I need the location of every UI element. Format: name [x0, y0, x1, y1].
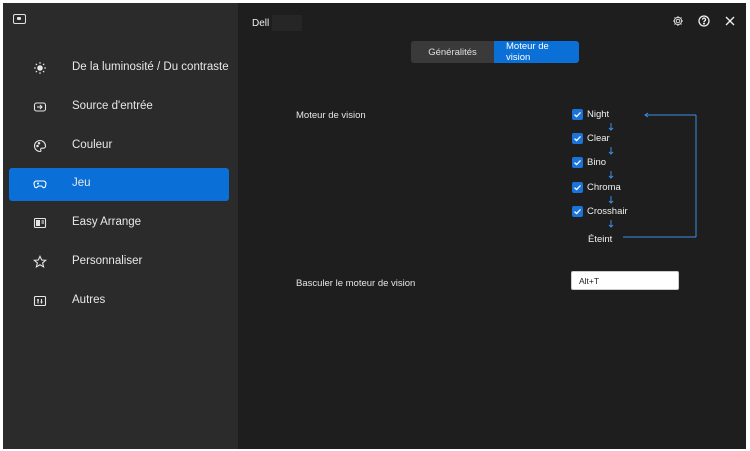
cycle-arrows [608, 112, 697, 238]
vision-engine-label: Moteur de vision [296, 110, 366, 121]
star-icon [33, 255, 47, 269]
monitor-name: Dell [252, 18, 270, 29]
night-checkbox[interactable] [572, 108, 583, 120]
tab-bar: Généralités Moteur de vision [411, 41, 579, 63]
sidebar-item-easy-arrange[interactable]: Easy Arrange [9, 207, 229, 240]
sidebar-item-label: Couleur [72, 139, 113, 151]
bino-checkbox[interactable] [572, 156, 583, 168]
option-crosshair: Crosshair [572, 204, 628, 218]
sidebar-item-game[interactable]: Jeu [9, 168, 229, 201]
settings-icon[interactable] [672, 15, 684, 27]
sidebar-item-others[interactable]: Autres [9, 285, 229, 318]
sidebar-item-brightness-contrast[interactable]: De la luminosité / Du contraste [9, 52, 229, 85]
option-bino: Bino [572, 155, 606, 169]
brightness-icon [33, 61, 47, 75]
window-controls [672, 15, 736, 27]
sidebar-item-label: Autres [72, 294, 106, 306]
monitor-icon [13, 14, 26, 24]
sidebar-item-label: Source d'entrée [72, 100, 153, 112]
sidebar-item-label: Jeu [72, 177, 91, 189]
monitor-name-chip [272, 15, 302, 31]
sidebar-item-personalize[interactable]: Personnaliser [9, 246, 229, 279]
sidebar-item-label: Personnaliser [72, 255, 143, 267]
sidebar-item-label: Easy Arrange [72, 216, 142, 228]
color-palette-icon [33, 139, 47, 153]
option-label: Bino [587, 156, 607, 168]
option-night: Night [572, 107, 609, 121]
gamepad-icon [33, 177, 47, 191]
sidebar: De la luminosité / Du contraste Source d… [3, 3, 238, 449]
clear-checkbox[interactable] [572, 132, 583, 144]
tab-vision-engine[interactable]: Moteur de vision [494, 41, 579, 63]
off-label: Éteint [588, 234, 613, 245]
tab-general[interactable]: Généralités [411, 41, 494, 63]
close-icon[interactable] [724, 15, 736, 27]
crosshair-checkbox[interactable] [572, 205, 583, 217]
sidebar-item-label: De la luminosité / Du contraste [72, 61, 229, 73]
main-panel: Dell Généralités Moteur de vision Moteur… [238, 3, 746, 449]
shortcut-input[interactable] [571, 271, 679, 290]
option-label: Clear [587, 132, 610, 144]
sidebar-item-color[interactable]: Couleur [9, 130, 229, 163]
chroma-checkbox[interactable] [572, 181, 583, 193]
app-window: De la luminosité / Du contraste Source d… [3, 3, 746, 449]
help-icon[interactable] [698, 15, 710, 27]
option-label: Crosshair [587, 205, 628, 217]
toggle-vision-engine-label: Basculer le moteur de vision [296, 278, 416, 289]
option-label: Chroma [587, 181, 621, 193]
option-label: Night [587, 108, 610, 120]
input-source-icon [33, 100, 47, 114]
option-clear: Clear [572, 131, 610, 145]
layout-icon [33, 216, 47, 230]
sidebar-item-input-source[interactable]: Source d'entrée [9, 91, 229, 124]
option-chroma: Chroma [572, 180, 621, 194]
others-icon [33, 294, 47, 308]
